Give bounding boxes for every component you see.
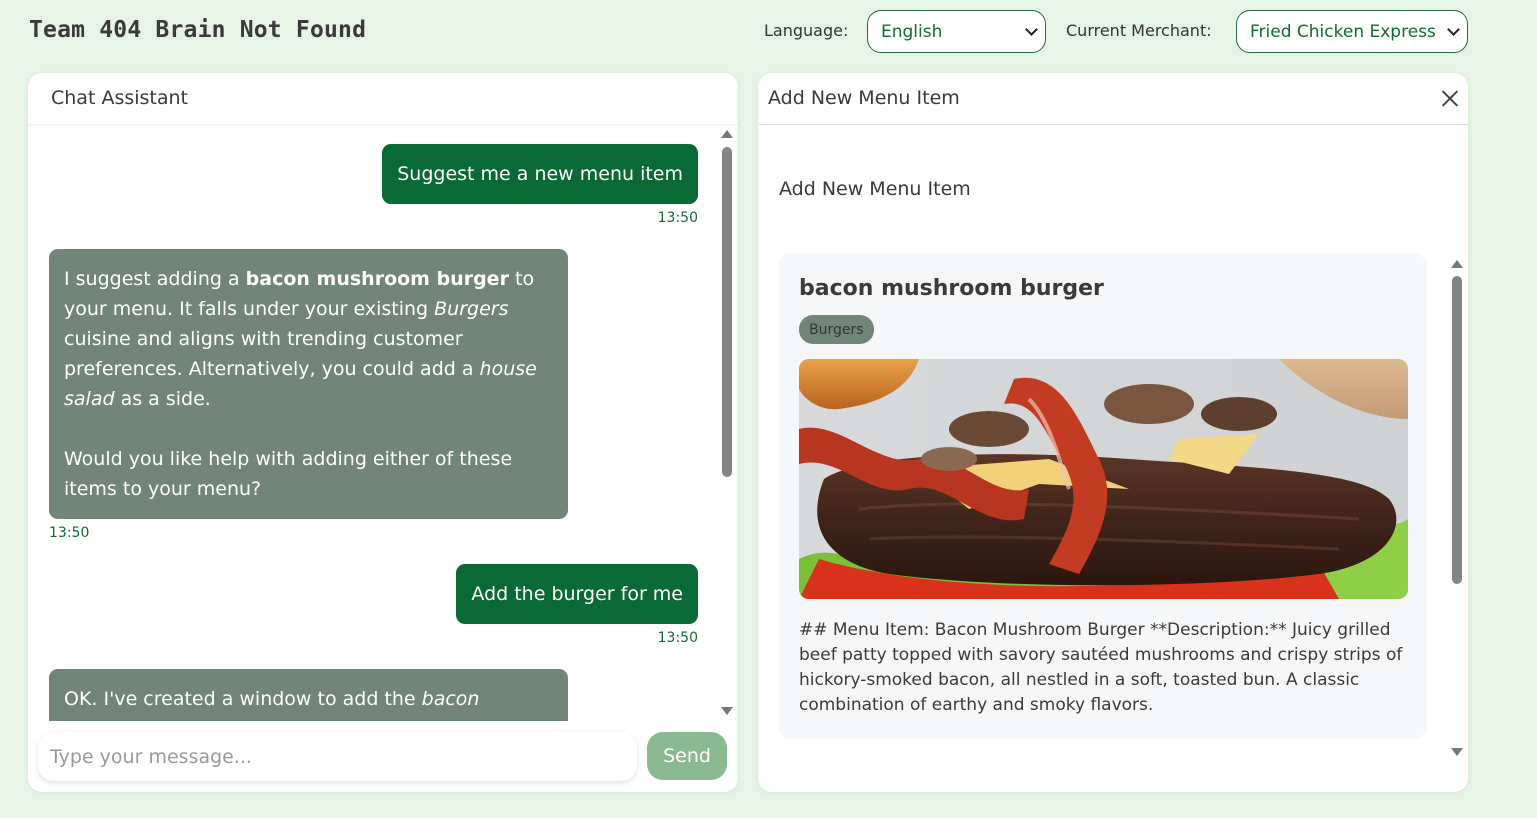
menu-item-name: bacon mushroom burger (799, 276, 1104, 301)
merchant-select-value: Fried Chicken Express (1250, 21, 1436, 42)
user-message: Suggest me a new menu item (382, 144, 698, 204)
cuisine-tag: Burgers (799, 315, 874, 344)
language-label: Language: (764, 21, 849, 40)
message-text: cuisine and aligns with trending custome… (64, 328, 480, 380)
scrollbar-thumb[interactable] (1452, 276, 1462, 584)
message-input[interactable] (38, 732, 637, 781)
message-text: OK. I've created a window to add the (64, 688, 422, 710)
message-paragraph: Would you like help with adding either o… (64, 448, 513, 500)
form-header-title: Add New Menu Item (768, 87, 960, 109)
message-text: as a side. (114, 388, 211, 410)
merchant-label: Current Merchant: (1066, 21, 1212, 40)
user-message: Add the burger for me (456, 564, 698, 624)
chevron-down-icon (1025, 23, 1038, 36)
form-subtitle: Add New Menu Item (779, 178, 971, 200)
top-bar: Team 404 Brain Not Found Language: Engli… (0, 0, 1537, 64)
language-select-value: English (881, 21, 943, 42)
chat-title: Chat Assistant (51, 87, 188, 109)
message-italic-text: Burgers (434, 298, 509, 320)
message-text: I suggest adding a (64, 268, 246, 290)
message-italic-text: bacon (421, 688, 480, 710)
scroll-down-arrow-icon[interactable] (721, 707, 733, 715)
form-scrollbar[interactable] (1450, 258, 1464, 758)
message-text: Add the burger for me (471, 583, 683, 605)
app-title: Team 404 Brain Not Found (29, 17, 367, 43)
message-paragraph: OK. I've created a window to add the bac… (64, 684, 553, 714)
chevron-down-icon (1447, 23, 1460, 36)
chat-header: Chat Assistant (28, 73, 738, 125)
scroll-up-arrow-icon[interactable] (721, 130, 733, 138)
scroll-up-arrow-icon[interactable] (1451, 260, 1463, 268)
message-timestamp: 13:50 (49, 525, 90, 541)
message-paragraph: I suggest adding a bacon mushroom burger… (64, 264, 553, 414)
language-select[interactable]: English (867, 10, 1046, 53)
form-header: Add New Menu Item (758, 73, 1468, 125)
add-menu-item-panel: Add New Menu Item Add New Menu Item baco… (758, 73, 1468, 792)
scrollbar-thumb[interactable] (722, 147, 732, 477)
chat-scrollbar[interactable] (720, 127, 734, 721)
send-button[interactable]: Send (647, 732, 727, 780)
menu-item-card: bacon mushroom burger Burgers ## Menu It… (779, 253, 1427, 739)
burger-photo (799, 359, 1408, 599)
message-timestamp: 13:50 (657, 210, 698, 226)
message-timestamp: 13:50 (657, 630, 698, 646)
scroll-down-arrow-icon[interactable] (1451, 748, 1463, 756)
message-bold-text: bacon mushroom burger (245, 268, 509, 290)
chat-panel: Chat Assistant Suggest me a new menu ite… (28, 73, 738, 792)
message-input-wrapper (38, 732, 637, 781)
menu-item-description: ## Menu Item: Bacon Mushroom Burger **De… (799, 620, 1403, 715)
assistant-message: OK. I've created a window to add the bac… (49, 669, 568, 721)
chat-message-list[interactable]: Suggest me a new menu item 13:50 I sugge… (28, 127, 738, 721)
close-icon[interactable] (1441, 89, 1459, 107)
assistant-message: I suggest adding a bacon mushroom burger… (49, 249, 568, 519)
merchant-select[interactable]: Fried Chicken Express (1236, 10, 1468, 53)
message-text: Suggest me a new menu item (397, 163, 683, 185)
